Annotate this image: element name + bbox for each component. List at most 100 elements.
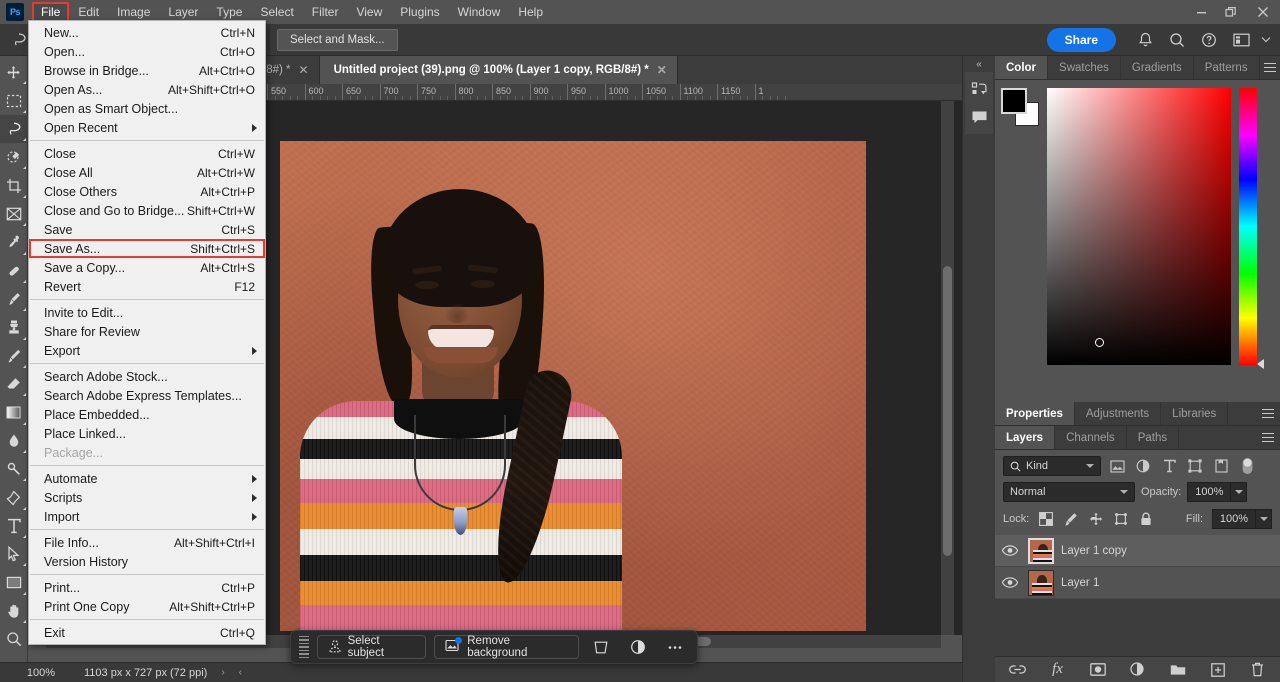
file-menu-item-new[interactable]: New... Ctrl+N [29,23,265,42]
file-menu-item-export[interactable]: Export [29,341,265,360]
crop-tool[interactable] [0,171,28,199]
menu-window[interactable]: Window [449,2,510,22]
close-icon[interactable] [1246,0,1280,24]
tab-paths[interactable]: Paths [1127,426,1180,449]
image-canvas[interactable] [280,141,866,631]
history-brush-tool[interactable] [0,342,28,370]
zoom-level[interactable]: 100% [0,667,56,679]
task-bar-drag-handle[interactable] [299,636,309,658]
search-icon[interactable] [1162,27,1192,53]
spot-healing-brush-tool[interactable] [0,257,28,285]
color-panel-menu-icon[interactable] [1260,56,1280,79]
hand-tool[interactable] [0,597,28,625]
filter-pixel-icon[interactable] [1107,456,1127,476]
color-field-marker[interactable] [1095,338,1104,347]
file-menu-item-open-as[interactable]: Open As... Alt+Shift+Ctrl+O [29,80,265,99]
tab-patterns[interactable]: Patterns [1194,56,1260,79]
hue-slider[interactable] [1239,88,1264,369]
tab-gradients[interactable]: Gradients [1121,56,1194,79]
tab-layers[interactable]: Layers [995,426,1056,449]
file-menu-item-share-for-review[interactable]: Share for Review [29,322,265,341]
filter-toggle-icon[interactable] [1237,456,1257,476]
lock-transparent-pixels-icon[interactable] [1038,511,1054,527]
brush-tool[interactable] [0,285,28,313]
comments-icon[interactable] [965,103,993,131]
file-menu-item-search-adobe-stock[interactable]: Search Adobe Stock... [29,367,265,386]
layer-visibility-icon[interactable] [999,545,1021,556]
move-tool[interactable] [0,58,28,86]
add-layer-mask-icon[interactable] [1088,660,1108,680]
blend-mode-select[interactable]: Normal [1003,482,1135,502]
lock-all-icon[interactable] [1138,511,1154,527]
file-menu-item-file-info[interactable]: File Info... Alt+Shift+Ctrl+I [29,533,265,552]
chevron-down-icon[interactable] [1120,490,1128,494]
file-menu-item-close[interactable]: Close Ctrl+W [29,144,265,163]
link-layers-icon[interactable] [1008,660,1028,680]
table-row[interactable]: Layer 1 copy [995,535,1280,567]
layer-thumbnail[interactable] [1028,569,1054,596]
share-button[interactable]: Share [1046,27,1116,52]
menu-file[interactable]: File [32,2,70,22]
menu-filter[interactable]: Filter [303,2,348,22]
color-swatches[interactable] [1001,88,1039,126]
tab-channels[interactable]: Channels [1055,426,1127,449]
file-menu-item-automate[interactable]: Automate [29,469,265,488]
menu-type[interactable]: Type [207,2,251,22]
help-icon[interactable] [1194,27,1224,53]
file-menu-item-open[interactable]: Open... Ctrl+O [29,42,265,61]
more-options-icon[interactable] [660,634,689,660]
adjustment-icon[interactable] [624,634,653,660]
new-group-icon[interactable] [1168,660,1188,680]
eyedropper-tool[interactable] [0,228,28,256]
file-menu-item-close-all[interactable]: Close All Alt+Ctrl+W [29,163,265,182]
file-menu-item-open-as-smart-object[interactable]: Open as Smart Object... [29,99,265,118]
filter-type-icon[interactable] [1159,456,1179,476]
rectangular-marquee-tool[interactable] [0,86,28,114]
lasso-tool[interactable] [0,114,28,144]
tab-swatches[interactable]: Swatches [1048,56,1121,79]
file-menu-item-browse-in-bridge[interactable]: Browse in Bridge... Alt+Ctrl+O [29,61,265,80]
layer-filter-kind-select[interactable]: Kind [1003,456,1101,476]
file-menu-item-save-a-copy[interactable]: Save a Copy... Alt+Ctrl+S [29,258,265,277]
tab-color[interactable]: Color [995,56,1049,79]
menu-image[interactable]: Image [108,2,159,22]
maximize-restore-icon[interactable] [1216,0,1246,24]
rectangle-tool[interactable] [0,568,28,596]
workspace-icon[interactable] [1226,27,1256,53]
dodge-tool[interactable] [0,455,28,483]
bell-icon[interactable] [1130,27,1160,53]
file-menu-item-scripts[interactable]: Scripts [29,488,265,507]
remove-background-button[interactable]: Remove background [434,635,579,659]
lock-position-icon[interactable] [1088,511,1104,527]
color-field[interactable] [1047,88,1231,365]
tab-close-icon[interactable]: ✕ [299,63,309,77]
chevron-down-icon[interactable] [1258,27,1274,53]
canvas-vertical-scrollbar[interactable] [941,101,954,635]
table-row[interactable]: Layer 1 [995,567,1280,599]
layer-style-fx-icon[interactable]: fx [1048,660,1068,680]
file-menu-item-revert[interactable]: Revert F12 [29,277,265,296]
collapse-panels-icon[interactable]: « [963,56,995,72]
properties-panel-menu-icon[interactable] [1256,402,1280,425]
file-menu-item-invite-to-edit[interactable]: Invite to Edit... [29,303,265,322]
fill-stepper-icon[interactable] [1256,509,1272,529]
filter-shape-icon[interactable] [1185,456,1205,476]
status-collapse-icon[interactable]: ‹ [239,667,242,678]
frame-tool[interactable] [0,200,28,228]
file-menu-item-close-and-go-to-bridge[interactable]: Close and Go to Bridge... Shift+Ctrl+W [29,201,265,220]
path-selection-tool[interactable] [0,540,28,568]
lock-artboard-icon[interactable] [1113,511,1129,527]
zoom-tool[interactable] [0,625,28,653]
menu-plugins[interactable]: Plugins [391,2,448,22]
lock-image-pixels-icon[interactable] [1063,511,1079,527]
select-and-mask-button[interactable]: Select and Mask... [277,28,398,51]
tab-libraries[interactable]: Libraries [1161,402,1229,425]
new-adjustment-layer-icon[interactable] [1128,660,1148,680]
menu-edit[interactable]: Edit [69,2,108,22]
pen-tool[interactable] [0,483,28,511]
tab-properties[interactable]: Properties [995,402,1075,425]
file-menu-item-save-as[interactable]: Save As... Shift+Ctrl+S [29,239,265,258]
file-menu-item-print[interactable]: Print... Ctrl+P [29,578,265,597]
tab-adjustments[interactable]: Adjustments [1075,402,1162,425]
file-menu-item-place-linked[interactable]: Place Linked... [29,424,265,443]
